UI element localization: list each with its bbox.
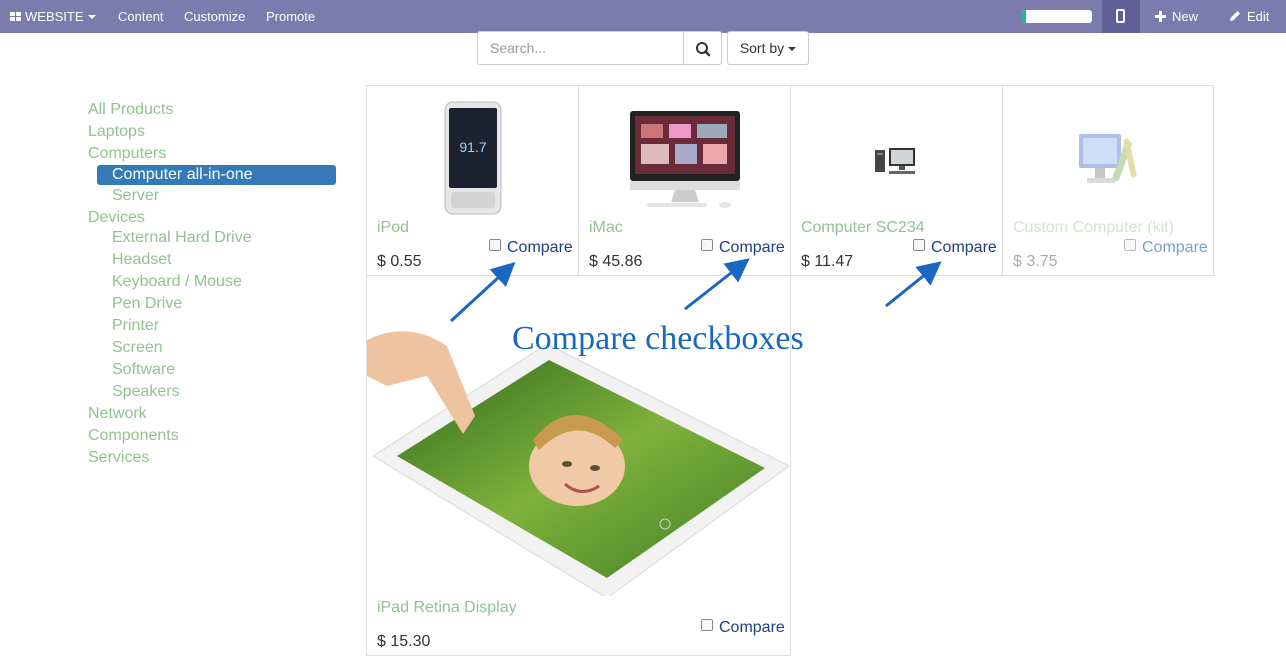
compare-checkbox-custom-computer-kit[interactable]: Compare <box>1124 239 1208 257</box>
pencil-icon <box>1230 11 1240 21</box>
category-server[interactable]: Server <box>112 186 159 206</box>
category-headset[interactable]: Headset <box>112 250 172 270</box>
edit-button-label: Edit <box>1247 9 1270 24</box>
product-card-custom-computer-kit: Custom Computer (kit) Compare $ 3.75 <box>1002 85 1214 276</box>
compare-checkbox-ipad[interactable]: Compare <box>701 619 785 637</box>
compare-label[interactable]: Compare <box>719 619 785 636</box>
category-keyboard-mouse[interactable]: Keyboard / Mouse <box>112 272 242 292</box>
product-name[interactable]: iMac <box>589 219 623 237</box>
sort-by-label: Sort by <box>739 40 785 56</box>
category-external-hard-drive[interactable]: External Hard Drive <box>112 228 252 248</box>
product-card-computer-sc234: Computer SC234 Compare $ 11.47 <box>790 85 1003 276</box>
category-computers[interactable]: Computers <box>88 144 166 164</box>
ipod-image[interactable]: 91.7 <box>443 100 503 216</box>
product-name[interactable]: Computer SC234 <box>801 219 925 237</box>
ipad-image[interactable] <box>367 316 791 596</box>
top-navbar: WEBSITE Content Customize Promote New Ed… <box>0 0 1286 33</box>
category-laptops[interactable]: Laptops <box>88 122 145 142</box>
computer-sc234-image[interactable] <box>873 146 921 176</box>
customize-menu[interactable]: Customize <box>184 0 245 33</box>
category-pen-drive[interactable]: Pen Drive <box>112 294 182 314</box>
compare-label[interactable]: Compare <box>1142 239 1208 256</box>
product-card-ipod: 91.7 iPod Compare $ 0.55 <box>366 85 579 276</box>
new-button[interactable]: New <box>1155 0 1198 33</box>
product-price: $ 0.55 <box>377 253 422 270</box>
category-devices[interactable]: Devices <box>88 208 145 228</box>
sort-by-dropdown[interactable]: Sort by <box>727 31 809 65</box>
progress-bar <box>1022 10 1092 23</box>
category-software[interactable]: Software <box>112 360 175 380</box>
category-network[interactable]: Network <box>88 404 147 424</box>
plus-icon <box>1155 11 1166 22</box>
product-name[interactable]: iPod <box>377 219 409 237</box>
website-menu-label: WEBSITE <box>25 9 84 24</box>
checkbox[interactable] <box>701 239 713 251</box>
content-menu[interactable]: Content <box>118 0 164 33</box>
svg-text:91.7: 91.7 <box>459 139 486 155</box>
caret-down-icon <box>87 15 96 19</box>
caret-down-icon <box>788 47 797 51</box>
compare-label[interactable]: Compare <box>719 239 785 256</box>
mobile-icon <box>1116 9 1125 23</box>
category-all-products[interactable]: All Products <box>88 100 173 120</box>
product-price: $ 3.75 <box>1013 253 1058 270</box>
annotation-label: Compare checkboxes <box>512 320 804 357</box>
compare-checkbox-computer-sc234[interactable]: Compare <box>913 239 997 257</box>
checkbox[interactable] <box>1124 239 1136 251</box>
product-price: $ 11.47 <box>801 253 854 270</box>
category-components[interactable]: Components <box>88 426 179 446</box>
category-printer[interactable]: Printer <box>112 316 159 336</box>
product-name[interactable]: iPad Retina Display <box>377 599 517 617</box>
product-price: $ 15.30 <box>377 633 431 650</box>
product-name[interactable]: Custom Computer (kit) <box>1013 219 1174 237</box>
progress-fill <box>1022 10 1026 23</box>
imac-image[interactable] <box>629 110 741 210</box>
category-speakers[interactable]: Speakers <box>112 382 180 402</box>
custom-computer-image[interactable] <box>1077 130 1139 190</box>
category-computer-all-in-one[interactable]: Computer all-in-one <box>97 165 336 185</box>
compare-checkbox-ipod[interactable]: Compare <box>489 239 573 257</box>
search-icon <box>696 42 711 57</box>
compare-label[interactable]: Compare <box>507 239 573 256</box>
website-menu[interactable]: WEBSITE <box>10 0 96 33</box>
grid-icon <box>10 12 22 22</box>
search-button[interactable] <box>683 31 722 65</box>
product-card-imac: iMac Compare $ 45.86 <box>578 85 791 276</box>
mobile-preview-button[interactable] <box>1102 0 1140 33</box>
new-button-label: New <box>1172 9 1199 24</box>
category-services[interactable]: Services <box>88 448 149 468</box>
product-price: $ 45.86 <box>589 253 643 270</box>
checkbox[interactable] <box>701 619 713 631</box>
promote-menu[interactable]: Promote <box>266 0 315 33</box>
checkbox[interactable] <box>489 239 501 251</box>
edit-button[interactable]: Edit <box>1229 0 1269 33</box>
compare-label[interactable]: Compare <box>931 239 997 256</box>
category-screen[interactable]: Screen <box>112 338 163 358</box>
search-input[interactable] <box>477 31 684 65</box>
checkbox[interactable] <box>913 239 925 251</box>
compare-checkbox-imac[interactable]: Compare <box>701 239 785 257</box>
